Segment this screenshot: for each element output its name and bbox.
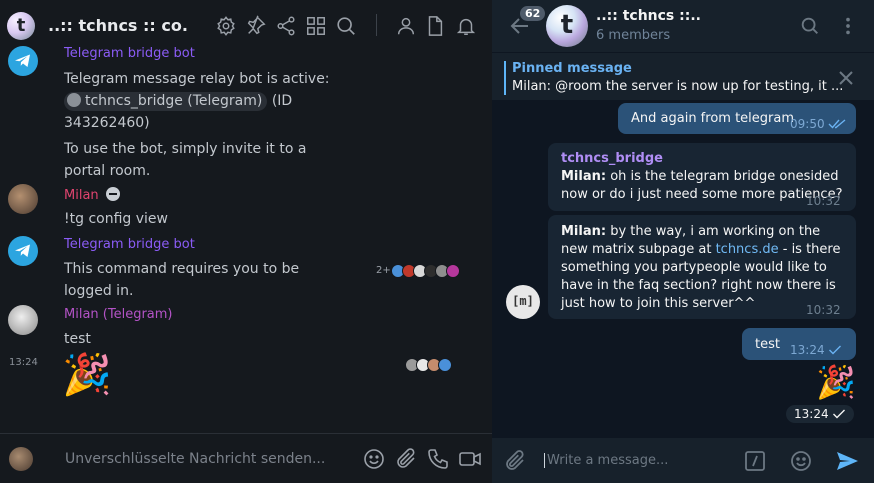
video-call-icon[interactable] [458, 447, 482, 471]
voice-call-icon[interactable] [426, 447, 450, 471]
chat-avatar[interactable]: t [546, 5, 588, 47]
send-icon[interactable] [835, 449, 859, 473]
sender-name[interactable]: Milan (Telegram) [64, 307, 173, 322]
outgoing-message[interactable]: And again from telegram 09:50 [618, 103, 856, 134]
own-avatar[interactable] [9, 447, 33, 471]
time-label: 13:24 [790, 343, 825, 357]
message-body: This command requires you to be logged i… [64, 261, 300, 299]
check-icon [828, 345, 841, 355]
message-sender: tchncs_bridge [561, 151, 663, 166]
message-body: !tg config view [64, 211, 168, 227]
room-avatar[interactable]: t [7, 12, 35, 40]
message-time: 10:32 [806, 194, 841, 208]
pinned-indicator [504, 61, 506, 95]
message-time: 10:32 [806, 303, 841, 317]
read-receipts[interactable]: 2+ [376, 264, 460, 278]
message-input[interactable]: Write a message... [544, 453, 668, 468]
emoji-icon[interactable] [789, 449, 813, 473]
element-client: t ..:: tchncs :: co... Telegram bridge b… [0, 0, 492, 483]
message-text: test [755, 337, 780, 352]
header-divider [376, 14, 377, 36]
commands-icon[interactable] [743, 449, 767, 473]
message-time: 09:50 [790, 115, 846, 133]
sender-name[interactable]: Telegram bridge bot [64, 46, 195, 61]
message-link[interactable]: tchncs.de [716, 242, 779, 257]
unread-badge: 62 [520, 6, 546, 21]
no-entry-icon [105, 187, 120, 201]
message-text: And again from telegram [631, 111, 795, 126]
message-text: Milan: oh is the telegram bridge oneside… [561, 168, 843, 204]
message-line: tchncs_bridge (Telegram) (ID [64, 90, 344, 112]
check-icon [832, 409, 845, 419]
sender-name[interactable]: Milan [64, 187, 120, 203]
search-icon[interactable] [799, 15, 821, 37]
attach-icon[interactable] [503, 449, 527, 473]
emoji-icon[interactable] [362, 447, 386, 471]
message-line: To use the bot, simply invite it to a po… [64, 141, 307, 179]
pill-label: tchncs_bridge (Telegram) [85, 93, 263, 109]
sticker-time: 13:24 [786, 405, 854, 423]
pinned-text: Milan: @room the server is now up for te… [512, 79, 844, 94]
pinned-title: Pinned message [512, 61, 632, 76]
user-pill[interactable]: tchncs_bridge (Telegram) [64, 92, 268, 111]
files-icon[interactable] [424, 15, 446, 37]
message-body: test [64, 331, 91, 347]
double-check-icon [828, 119, 846, 129]
pinned-message-bar[interactable]: Pinned message Milan: @room the server i… [492, 52, 874, 100]
matrix-avatar[interactable]: [m] [506, 285, 540, 319]
chat-subtitle: 6 members [596, 28, 671, 43]
message-text: Milan: by the way, i am working on the n… [561, 223, 843, 313]
read-receipts[interactable] [405, 358, 452, 372]
telegram-bot-avatar[interactable] [8, 236, 38, 266]
message-timestamp: 13:24 [9, 357, 38, 368]
more-menu-icon[interactable] [837, 15, 859, 37]
settings-icon[interactable] [215, 15, 237, 37]
chat-header: 62 t ..:: tchncs ::.. 6 members [492, 0, 874, 52]
bell-icon[interactable] [455, 15, 477, 37]
party-sticker[interactable]: 🎉 [816, 362, 856, 402]
message-line: 343262460) [64, 115, 150, 131]
telegram-bot-avatar[interactable] [8, 46, 38, 76]
room-name[interactable]: ..:: tchncs :: co... [48, 16, 188, 35]
message-body: Telegram message relay bot is active: tc… [64, 68, 344, 182]
receipt-count: 2+ [376, 265, 391, 276]
message-time: 13:24 [790, 341, 842, 359]
party-sticker: 🎉 [62, 352, 112, 398]
message-from: Milan: [561, 224, 607, 239]
incoming-message[interactable]: tchncs_bridge Milan: oh is the telegram … [548, 143, 856, 211]
pin-icon[interactable] [245, 15, 267, 37]
people-icon[interactable] [395, 15, 417, 37]
message-line: Telegram message relay bot is active: [64, 71, 330, 87]
telegram-client: 62 t ..:: tchncs ::.. 6 members Pinned m… [492, 0, 874, 483]
message-from: Milan: [561, 169, 607, 184]
receipt-avatar [438, 358, 452, 372]
user-avatar[interactable] [8, 184, 38, 214]
chat-title[interactable]: ..:: tchncs ::.. [596, 8, 701, 24]
sender-name[interactable]: Telegram bridge bot [64, 237, 195, 252]
time-label: 09:50 [790, 117, 825, 131]
attach-icon[interactable] [394, 447, 418, 471]
message-composer: Unverschlüsselte Nachricht senden... [0, 433, 492, 483]
user-avatar[interactable] [8, 305, 38, 335]
message-input[interactable]: Unverschlüsselte Nachricht senden... [65, 451, 325, 467]
search-icon[interactable] [335, 15, 357, 37]
apps-icon[interactable] [305, 15, 327, 37]
close-icon[interactable] [836, 68, 856, 88]
id-label: (ID [267, 93, 293, 109]
message-composer: Write a message... [492, 438, 874, 483]
sender-label: Milan [64, 188, 99, 203]
receipt-avatar [445, 264, 460, 278]
pill-avatar [67, 93, 81, 107]
time-label: 13:24 [794, 407, 829, 421]
outgoing-message[interactable]: test 13:24 [742, 328, 856, 360]
share-icon[interactable] [275, 15, 297, 37]
incoming-message[interactable]: Milan: by the way, i am working on the n… [548, 215, 856, 319]
timeline: Telegram bridge bot Telegram message rel… [0, 44, 492, 434]
